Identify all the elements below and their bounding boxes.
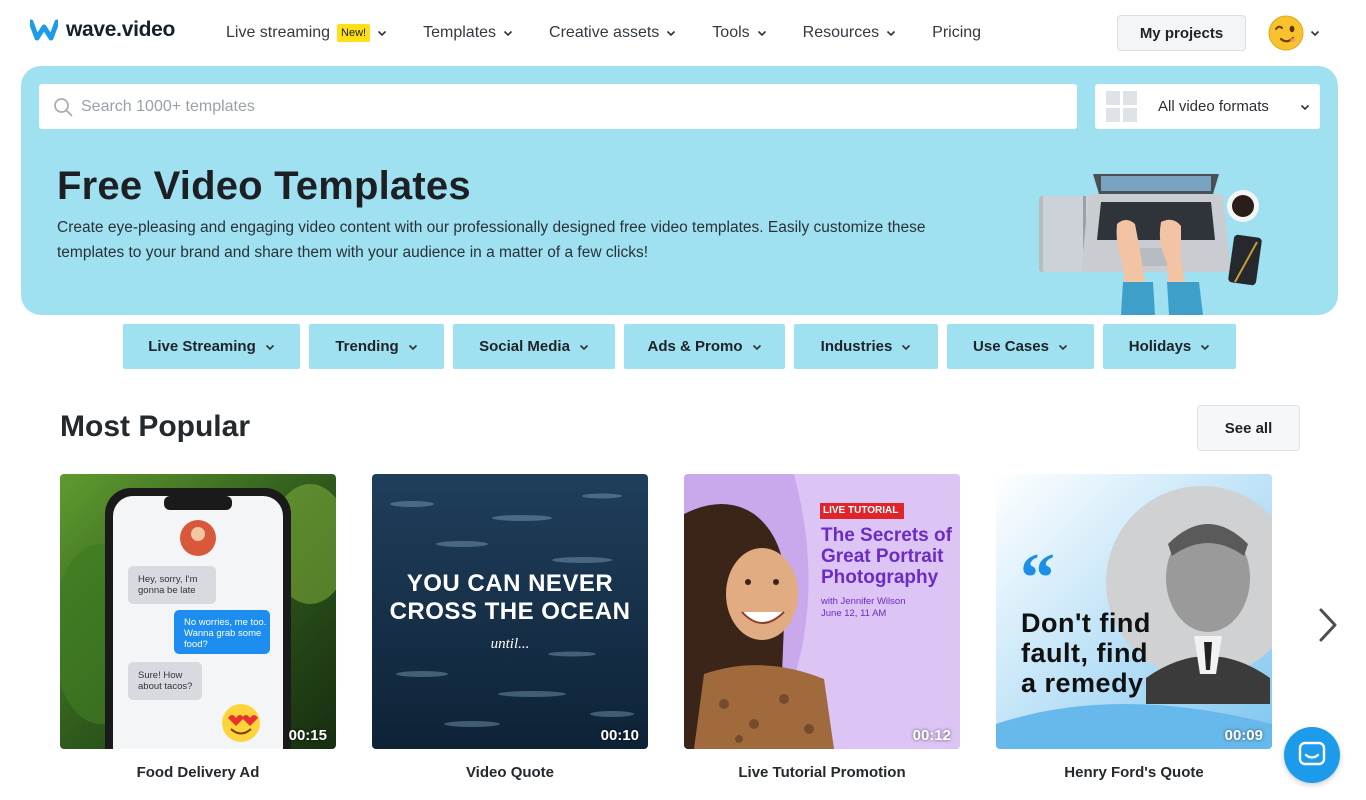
page-description: Create eye-pleasing and engaging video c… [57,219,926,261]
my-projects-button[interactable]: My projects [1117,15,1246,51]
chat-message: Hey, sorry, I'm gonna be late [138,574,198,596]
nav-item-label: Live streaming [226,24,331,41]
chat-message: Sure! How about tacos? [138,670,193,692]
wave-logo-icon [30,19,58,41]
chevron-down-icon [1058,344,1068,350]
chat-message: No worries, me too. Wanna grab some food… [184,617,267,650]
chevron-down-icon [503,30,513,37]
top-header: wave.video Live streaming New! Templates… [0,0,1366,66]
nav-item-label: Tools [712,24,750,41]
chevron-down-icon [1201,344,1210,350]
search-bar[interactable] [39,84,1077,129]
template-thumbnail[interactable]: Hey, sorry, I'm gonna be late No worries… [60,474,336,749]
category-label: Holidays [1128,338,1192,355]
laptop-illustration [1039,174,1262,315]
chevron-down-icon [667,30,676,37]
chevron-down-icon [408,344,417,350]
category-label: Industries [820,338,893,355]
category-holidays[interactable]: Holidays [1103,324,1236,369]
template-title[interactable]: Food Delivery Ad [60,764,336,781]
nav-item-creative-assets[interactable]: Creative assets [549,22,676,44]
chevron-down-icon [265,344,274,350]
tutorial-title-line: Photography [821,567,939,588]
chevron-down-icon [378,30,387,37]
template-title[interactable]: Henry Ford's Quote [996,764,1272,781]
hero-banner: All video formats Free Video Templates C… [21,66,1338,315]
category-social-media[interactable]: Social Media [453,324,615,369]
template-card-food-delivery[interactable]: Hey, sorry, I'm gonna be late No worries… [60,474,336,781]
nav-item-pricing[interactable]: Pricing [932,22,981,44]
category-bar: Live Streaming Trending Social Media Ads… [123,324,1245,369]
search-input[interactable] [81,97,981,116]
category-label: Trending [335,338,399,355]
nav-item-tools[interactable]: Tools [712,22,766,44]
main-nav: Live streaming New! Templates Creative a… [226,22,1017,44]
nav-item-templates[interactable]: Templates [423,22,513,44]
chevron-down-icon [1300,104,1310,111]
logo-text: wave.video [66,18,176,41]
nav-item-label: Resources [802,24,880,41]
template-title[interactable]: Video Quote [372,764,648,781]
category-live-streaming[interactable]: Live Streaming [123,324,300,369]
chevron-down-icon[interactable] [1310,28,1320,38]
duration-label: 00:10 [600,727,639,744]
ford-quote-line: a remedy [1021,668,1144,698]
category-label: Live Streaming [148,338,256,355]
category-label: Use Cases [973,338,1049,355]
category-industries[interactable]: Industries [794,324,938,369]
chevron-down-icon [887,30,896,37]
avatar-winking-emoji-icon[interactable] [1268,15,1304,51]
chevron-down-icon [757,30,766,37]
category-label: Ads & Promo [647,338,743,355]
grid-icon [1106,90,1137,122]
nav-item-label: Creative assets [549,24,660,41]
template-card-video-quote[interactable]: YOU CAN NEVER CROSS THE OCEAN until... 0… [372,474,648,781]
tutorial-host: with Jennifer Wilson [821,596,906,607]
template-thumbnail[interactable]: LIVE TUTORIAL The Secrets of Great Portr… [684,474,960,749]
tutorial-date: June 12, 11 AM [821,608,887,619]
chat-button[interactable] [1284,727,1340,783]
ford-quote-line: fault, find [1021,638,1148,668]
ford-quote-line: Don't find [1021,608,1151,638]
tutorial-title-line: The Secrets of [821,525,952,546]
template-thumbnail[interactable]: “ Don't find fault, find a remedy 00:09 [996,474,1272,749]
chat-icon [1298,741,1326,766]
category-label: Social Media [479,338,570,355]
chevron-down-icon [752,344,761,350]
nav-item-live-streaming[interactable]: Live streaming New! [226,22,387,44]
category-ads-promo[interactable]: Ads & Promo [624,324,785,369]
duration-label: 00:15 [288,727,327,744]
quote-mark-icon: “ [1020,540,1055,617]
search-icon [54,97,73,116]
logo[interactable]: wave.video [30,18,175,42]
chevron-down-icon [902,344,911,350]
live-tutorial-tag: LIVE TUTORIAL [823,505,899,516]
template-card-henry-ford[interactable]: “ Don't find fault, find a remedy 00:09 … [996,474,1272,781]
nav-item-label: Pricing [932,24,982,41]
category-trending[interactable]: Trending [309,324,444,369]
see-all-button[interactable]: See all [1197,405,1300,451]
page-title: Free Video Templates [57,164,471,208]
video-format-select[interactable]: All video formats [1095,84,1320,129]
duration-label: 00:09 [1224,727,1263,744]
template-title[interactable]: Live Tutorial Promotion [684,764,960,781]
quote-line: CROSS THE OCEAN [389,598,631,625]
food-delivery-preview [60,474,336,749]
quote-line: YOU CAN NEVER [406,570,614,597]
new-badge: New! [337,24,371,42]
format-select-value: All video formats [1158,98,1269,115]
duration-label: 00:12 [912,727,951,744]
category-use-cases[interactable]: Use Cases [947,324,1094,369]
nav-item-resources[interactable]: Resources [803,22,896,44]
section-title: Most Popular [60,410,251,443]
tutorial-title-line: Great Portrait [821,546,944,567]
chevron-down-icon [579,344,589,350]
chevron-right-icon[interactable] [1315,606,1341,644]
quote-sub: until... [490,636,530,652]
template-card-live-tutorial[interactable]: LIVE TUTORIAL The Secrets of Great Portr… [684,474,960,781]
template-thumbnail[interactable]: YOU CAN NEVER CROSS THE OCEAN until... 0… [372,474,648,749]
nav-item-label: Templates [423,24,497,41]
